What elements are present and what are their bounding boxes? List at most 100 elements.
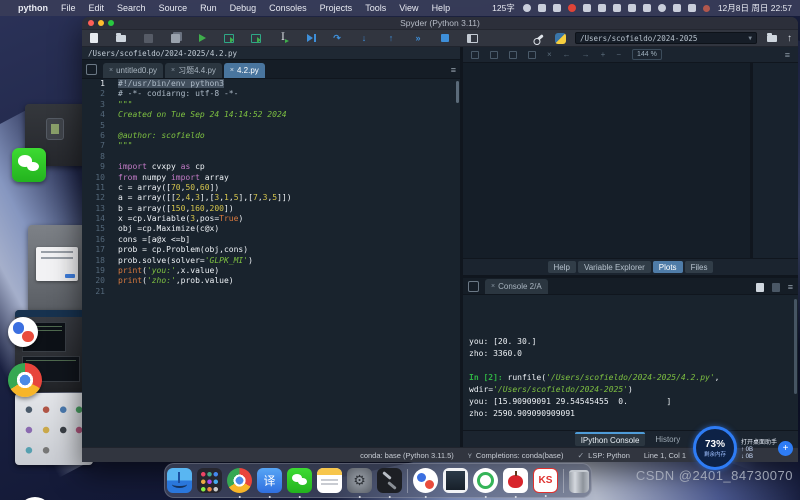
- code-line[interactable]: 11c = array([70,50,60]): [82, 183, 460, 193]
- menu-app-name[interactable]: python: [18, 3, 48, 13]
- widget-expand-button[interactable]: +: [778, 441, 793, 456]
- battery-icon[interactable]: [643, 4, 651, 12]
- python-env-icon[interactable]: [554, 32, 566, 44]
- previous-plot-icon[interactable]: ←: [563, 50, 571, 59]
- code-line[interactable]: 14x =cp.Variable(3,pos=True): [82, 214, 460, 224]
- dock-chrome-icon[interactable]: [227, 468, 252, 493]
- menu-item-file[interactable]: File: [61, 3, 76, 13]
- copy-plot-icon[interactable]: [509, 51, 517, 59]
- close-icon[interactable]: ×: [230, 67, 234, 74]
- code-line[interactable]: 3""": [82, 100, 460, 110]
- zoom-out-icon[interactable]: −: [616, 50, 621, 59]
- dock-launchpad-icon[interactable]: [197, 468, 222, 493]
- dock-ks-icon[interactable]: KS: [533, 468, 558, 493]
- dock-settings-icon[interactable]: ⚙: [347, 468, 372, 493]
- pane-tab-variable-explorer[interactable]: Variable Explorer: [578, 261, 651, 273]
- editor-tab-4.2.py[interactable]: ×4.2.py: [224, 63, 265, 78]
- pane-tab-plots[interactable]: Plots: [653, 261, 683, 273]
- console-scrollbar[interactable]: [794, 299, 797, 394]
- save-all-plots-icon[interactable]: [490, 51, 498, 59]
- step-into-icon[interactable]: ↓: [358, 32, 370, 44]
- dock-preview-window-icon[interactable]: [443, 468, 468, 493]
- code-line[interactable]: 19print('you:',x.value): [82, 266, 460, 276]
- sunlogin-icon[interactable]: [8, 317, 38, 347]
- menu-item-run[interactable]: Run: [200, 3, 217, 13]
- record-icon[interactable]: [568, 4, 576, 12]
- search-icon[interactable]: [673, 4, 681, 12]
- editor-tab-untitled0.py[interactable]: ×untitled0.py: [103, 63, 163, 78]
- panes-icon[interactable]: [613, 4, 621, 12]
- memory-cleaner-widget[interactable]: 73% 剩余内存 打开桌面助手 ↑ 0B ↓ 0B +: [693, 423, 799, 473]
- menu-item-tools[interactable]: Tools: [365, 3, 386, 13]
- save-plot-icon[interactable]: [471, 51, 479, 59]
- preferences-wrench-icon[interactable]: [533, 32, 545, 44]
- wechat-icon[interactable]: [12, 148, 46, 182]
- code-line[interactable]: 16cons =[a@x <=b]: [82, 235, 460, 245]
- save-all-button[interactable]: [169, 32, 181, 44]
- working-directory-select[interactable]: /Users/scofieldo/2024-2025 ▼: [575, 32, 757, 44]
- code-line[interactable]: 15obj =cp.Maximize(c@x): [82, 224, 460, 234]
- menu-clock[interactable]: 12月8日 周日 22:57: [718, 2, 792, 14]
- menu-item-projects[interactable]: Projects: [320, 3, 353, 13]
- parent-directory-button[interactable]: ↑: [787, 33, 792, 44]
- display-icon[interactable]: [688, 4, 696, 12]
- code-line[interactable]: 1#!/usr/bin/env python3: [82, 79, 460, 89]
- keyboard-icon[interactable]: [553, 4, 561, 12]
- run-file-button[interactable]: [196, 32, 208, 44]
- smiley-icon[interactable]: [523, 4, 531, 12]
- console-tab[interactable]: × Console 2/A: [485, 279, 548, 294]
- dock-wechat-icon[interactable]: [287, 468, 312, 493]
- code-line[interactable]: 2# -*- codiarng: utf-8 -*-: [82, 89, 460, 99]
- code-line[interactable]: 21: [82, 287, 460, 297]
- wifi-icon[interactable]: [658, 4, 666, 12]
- ipython-console-output[interactable]: you: [20. 30.]zho: 3360.0 In [2]: runfil…: [463, 295, 798, 430]
- menu-item-help[interactable]: Help: [432, 3, 451, 13]
- menu-item-source[interactable]: Source: [159, 3, 188, 13]
- cloud-icon[interactable]: [598, 4, 606, 12]
- dock-notes-icon[interactable]: [317, 468, 342, 493]
- browse-directory-button[interactable]: [766, 32, 778, 44]
- code-line[interactable]: 8: [82, 152, 460, 162]
- dock-red-apple-icon[interactable]: [503, 468, 528, 493]
- next-plot-icon[interactable]: →: [582, 50, 590, 59]
- code-line[interactable]: 10from numpy import array: [82, 173, 460, 183]
- save-button[interactable]: [142, 32, 154, 44]
- step-over-icon[interactable]: ↷: [331, 32, 343, 44]
- code-line[interactable]: 5: [82, 121, 460, 131]
- completions-status[interactable]: ʏ Completions: conda(base): [468, 451, 564, 460]
- run-cell-advance-button[interactable]: [250, 32, 262, 44]
- close-icon[interactable]: ×: [491, 283, 495, 290]
- layout-panes-button[interactable]: [466, 32, 478, 44]
- minimized-window-thumbnail[interactable]: [28, 225, 86, 313]
- run-selection-button[interactable]: I: [277, 32, 289, 44]
- menu-item-debug[interactable]: Debug: [230, 3, 257, 13]
- plots-options-menu-icon[interactable]: ≡: [785, 50, 790, 60]
- mic-icon[interactable]: [538, 4, 546, 12]
- bluetooth-icon[interactable]: [628, 4, 636, 12]
- console-options-menu-icon[interactable]: ≡: [788, 283, 793, 292]
- menu-item-consoles[interactable]: Consoles: [269, 3, 307, 13]
- dock-finder-icon[interactable]: [167, 468, 192, 493]
- code-editor[interactable]: 1#!/usr/bin/env python32# -*- codiarng: …: [82, 79, 460, 447]
- code-line[interactable]: 13b = array([150,160,200]): [82, 204, 460, 214]
- pane-tab-ipython-console[interactable]: IPython Console: [575, 432, 646, 446]
- dock-translate-icon[interactable]: 译: [257, 468, 282, 493]
- editor-options-menu-icon[interactable]: ≡: [451, 65, 456, 75]
- code-line[interactable]: 18prob.solve(solver='GLPK_MI'): [82, 256, 460, 266]
- lsp-status[interactable]: ✓ LSP: Python: [577, 451, 629, 460]
- menu-item-edit[interactable]: Edit: [89, 3, 105, 13]
- pane-tab-files[interactable]: Files: [685, 261, 714, 273]
- interrupt-kernel-icon[interactable]: [772, 283, 780, 292]
- dock-keychain-icon[interactable]: [377, 468, 402, 493]
- conda-env-status[interactable]: conda: base (Python 3.11.5): [360, 451, 454, 460]
- browse-tabs-button[interactable]: [86, 64, 97, 75]
- plot-thumbnails-strip[interactable]: [753, 63, 798, 258]
- debug-continue-icon[interactable]: »: [412, 32, 424, 44]
- open-file-button[interactable]: [115, 32, 127, 44]
- dot-icon[interactable]: [703, 5, 710, 12]
- code-line[interactable]: 7""": [82, 141, 460, 151]
- code-line[interactable]: 6@author: scofieldo: [82, 131, 460, 141]
- menu-item-search[interactable]: Search: [117, 3, 146, 13]
- shapes-icon[interactable]: [583, 4, 591, 12]
- title-bar[interactable]: Spyder (Python 3.11): [82, 17, 798, 30]
